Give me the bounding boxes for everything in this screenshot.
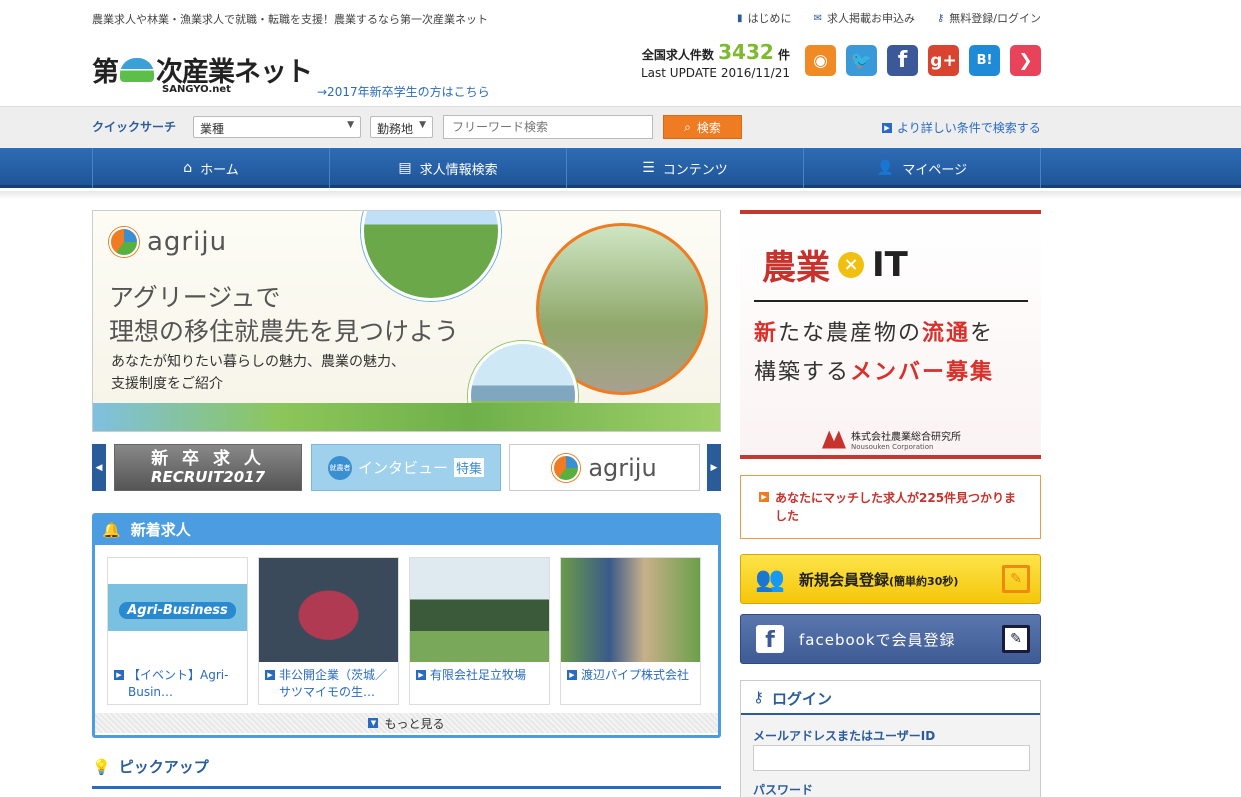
hero-landscape: [93, 403, 720, 431]
job-card[interactable]: Agri-Business ▶ 【イベント】Agri- Busin…: [107, 557, 248, 705]
hero-description: あなたが知りたい暮らしの魅力、農業の魅力、 支援制度をご紹介: [111, 354, 405, 392]
chevron-left-icon: ◀: [95, 462, 103, 473]
nav-shadow: [0, 191, 1241, 199]
graduate-link[interactable]: →2017年新卒学生の方はこちら: [317, 83, 490, 100]
job-thumbnail: [561, 558, 700, 662]
key-icon: ⚷: [753, 688, 764, 706]
job-count-box: 全国求人件数 3432 件 Last UPDATE 2016/11/21: [640, 40, 790, 80]
carousel-item-recruit2017[interactable]: 新 卒 求 人 RECRUIT2017: [114, 444, 302, 491]
new-jobs-title: 新着求人: [130, 521, 191, 539]
nav-contents[interactable]: ☰ コンテンツ: [567, 148, 804, 188]
edit-icon: ✎: [1002, 565, 1030, 593]
lightbulb-icon: 💡: [92, 757, 111, 776]
job-card[interactable]: ▶ 有限会社足立牧場: [409, 557, 550, 705]
site-logo[interactable]: 第 次産業ネット SANGYO.net: [92, 50, 313, 95]
facebook-icon: f: [756, 625, 784, 653]
main-nav: ⌂ ホーム ▤ 求人情報検索 ☰ コンテンツ 👤 マイページ: [0, 148, 1241, 188]
logo-subtitle: SANGYO.net: [162, 84, 231, 95]
job-card[interactable]: ▶ 非公開企業（茨城／ サツマイモの生…: [258, 557, 399, 705]
login-title: ログイン: [772, 690, 833, 708]
pocket-icon[interactable]: ❯: [1010, 45, 1041, 76]
twitter-icon[interactable]: 🐦: [846, 45, 877, 76]
carousel-item-interview[interactable]: 就農者 インタビュー 特集: [311, 444, 501, 491]
password-label: パスワード: [753, 783, 814, 797]
pickup-heading: 💡 ピックアップ: [92, 757, 209, 777]
list-icon: ☰: [642, 160, 655, 176]
search-button[interactable]: ⌕ 検索: [663, 115, 742, 139]
company-logo-icon: [822, 430, 846, 449]
email-label: メールアドレスまたはユーザーID: [753, 729, 936, 743]
user-icon: 👤: [876, 160, 895, 176]
wave-logo-icon: [120, 57, 154, 82]
facebook-icon[interactable]: f: [887, 45, 918, 76]
nav-mypage[interactable]: 👤 マイページ: [804, 148, 1041, 188]
carousel-prev-button[interactable]: ◀: [92, 444, 106, 491]
job-count: 3432: [718, 40, 774, 64]
arrow-right-icon: ▶: [416, 670, 426, 680]
industry-select[interactable]: 業種 ▼: [193, 116, 361, 138]
facebook-register-button[interactable]: f facebookで会員登録 ✎: [740, 614, 1041, 664]
job-title-link[interactable]: ▶ 渡辺パイプ株式会社: [561, 662, 700, 684]
chevron-right-icon: ▶: [710, 462, 718, 473]
mail-icon: ✉: [813, 12, 822, 24]
more-jobs-button[interactable]: ▼ もっと見る: [95, 713, 718, 733]
matched-jobs-notice[interactable]: ▶ あなたにマッチした求人が225件見つかりました: [740, 475, 1041, 539]
quick-search-bar: クイックサーチ 業種▼ 勤務地▼ ⌕検索 ▶より詳しい条件で検索する: [0, 106, 1241, 148]
rss-icon[interactable]: ◉: [805, 45, 836, 76]
chevron-down-icon: ▼: [419, 120, 426, 130]
bell-icon: 🔔: [102, 520, 121, 539]
id-card-icon: ▤: [398, 160, 412, 176]
job-thumbnail: [410, 558, 549, 662]
advanced-search-link[interactable]: ▶ より詳しい条件で検索する: [882, 119, 1041, 136]
social-buttons: ◉ 🐦 f g+ B! ❯: [805, 45, 1041, 76]
job-thumbnail: Agri-Business: [108, 558, 247, 662]
job-card[interactable]: ▶ 渡辺パイプ株式会社: [560, 557, 701, 705]
hero-banner[interactable]: agriju アグリージュで 理想の移住就農先を見つけよう あなたが知りたい暮ら…: [92, 210, 721, 432]
top-links: ▮ はじめに ✉ 求人掲載お申込み ⚷ 無料登録/ログイン: [737, 10, 1041, 26]
hatena-icon[interactable]: B!: [969, 45, 1000, 76]
new-jobs-panel: 🔔 新着求人 Agri-Business ▶ 【イベント】Agri- Busin… ▶…: [92, 513, 721, 738]
advertiser-logo: 株式会社農業総合研究所 Nousouken Corporation: [822, 428, 961, 451]
top-link-post-job[interactable]: ✉ 求人掲載お申込み: [814, 10, 915, 26]
quick-search-label: クイックサーチ: [92, 120, 177, 134]
googleplus-icon[interactable]: g+: [928, 45, 959, 76]
arrow-right-icon: ▶: [567, 670, 577, 680]
chevron-down-icon: ▼: [347, 120, 354, 130]
users-icon: 👥: [755, 565, 785, 593]
carousel-item-agriju[interactable]: agriju: [509, 444, 700, 491]
nav-home[interactable]: ⌂ ホーム: [93, 148, 330, 188]
arrow-down-icon: ▼: [368, 718, 379, 728]
location-select[interactable]: 勤務地 ▼: [370, 116, 433, 138]
site-tagline: 農業求人や林業・漁業求人で就職・転職を支援！農業するなら第一次産業ネット: [92, 13, 488, 26]
agriju-mountain-icon: [552, 453, 581, 482]
search-icon: ⌕: [684, 119, 691, 134]
top-link-about[interactable]: ▮ はじめに: [737, 10, 792, 26]
job-title-link[interactable]: ▶ 【イベント】Agri- Busin…: [108, 662, 247, 701]
arrow-right-icon: ▶: [882, 122, 892, 133]
carousel-next-button[interactable]: ▶: [707, 444, 721, 491]
last-update: Last UPDATE 2016/11/21: [640, 66, 790, 80]
arrow-right-icon: ▶: [759, 492, 769, 502]
top-bar: 農業求人や林業・漁業求人で就職・転職を支援！農業するなら第一次産業ネット ▮ はじ…: [0, 0, 1241, 34]
job-title-link[interactable]: ▶ 非公開企業（茨城／ サツマイモの生…: [259, 662, 398, 701]
register-button[interactable]: 👥 新規会員登録(簡単約30秒) ✎: [740, 554, 1041, 604]
job-thumbnail: [259, 558, 398, 662]
login-panel: ⚷ ログイン メールアドレスまたはユーザーID パスワード: [740, 680, 1041, 797]
email-field[interactable]: [753, 745, 1030, 771]
edit-icon: ✎: [1002, 625, 1030, 653]
job-title-link[interactable]: ▶ 有限会社足立牧場: [410, 662, 549, 684]
arrow-right-icon: ▶: [265, 670, 275, 680]
agriju-logo: agriju: [109, 227, 227, 257]
keyword-input[interactable]: [443, 115, 653, 139]
key-icon: ⚷: [936, 12, 945, 24]
home-icon: ⌂: [183, 160, 193, 176]
arrow-right-icon: ▶: [114, 670, 124, 680]
ad-banner-agri-it[interactable]: 農業 × IT 新たな農産物の流通を 構築するメンバー募集 株式会社農業総合研究…: [740, 210, 1041, 459]
nav-job-search[interactable]: ▤ 求人情報検索: [330, 148, 567, 188]
agriju-mountain-icon: [109, 227, 139, 257]
bookmark-icon: ▮: [737, 12, 743, 24]
pickup-divider: [92, 786, 721, 789]
top-link-login[interactable]: ⚷ 無料登録/ログイン: [937, 10, 1041, 26]
